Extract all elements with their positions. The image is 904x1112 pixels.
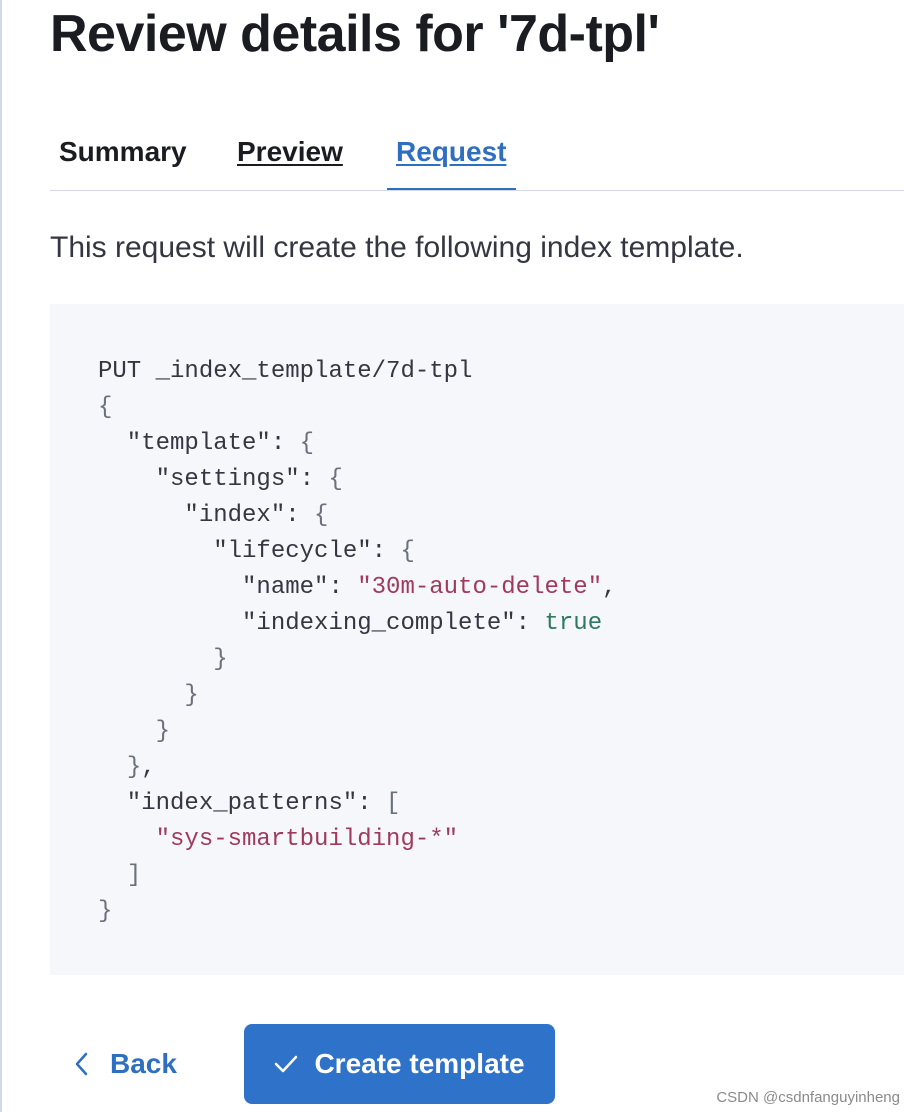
check-icon: [274, 1054, 298, 1074]
page-title: Review details for '7d-tpl': [50, 5, 660, 63]
watermark: CSDN @csdnfanguyinheng: [716, 1089, 900, 1106]
back-button-label: Back: [110, 1048, 177, 1079]
create-template-button[interactable]: Create template: [244, 1024, 555, 1104]
tab-summary[interactable]: Summary: [50, 116, 196, 191]
create-template-label: Create template: [314, 1048, 525, 1079]
left-border: [0, 0, 2, 1112]
back-button[interactable]: Back: [60, 1038, 191, 1090]
request-code-block: PUT _index_template/7d-tpl { "template":…: [50, 304, 904, 975]
tab-request[interactable]: Request: [387, 116, 516, 191]
tab-bar-divider: [50, 190, 904, 191]
request-code: PUT _index_template/7d-tpl { "template":…: [98, 358, 617, 925]
request-description: This request will create the following i…: [50, 231, 744, 264]
tab-bar: Summary Preview Request: [50, 116, 904, 191]
chevron-left-icon: [74, 1052, 88, 1076]
tab-preview[interactable]: Preview: [228, 116, 352, 191]
